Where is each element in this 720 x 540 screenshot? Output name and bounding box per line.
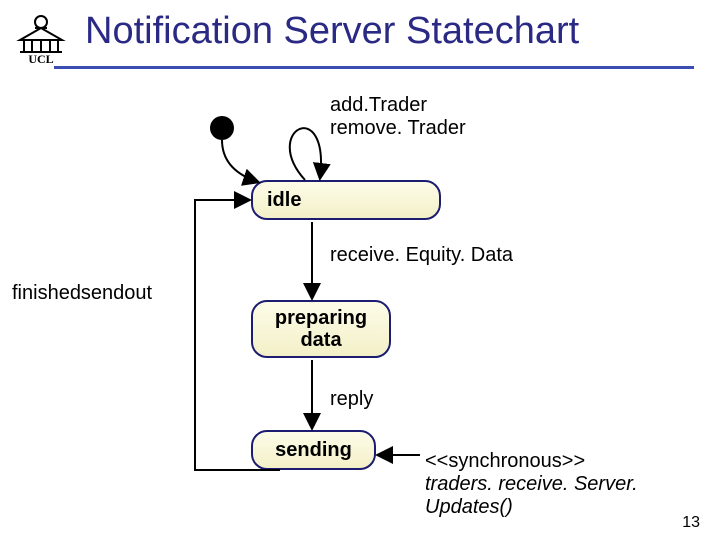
- arrow-initial-to-idle: [222, 140, 258, 182]
- initial-state-dot: [210, 116, 234, 140]
- arrow-idle-selfloop: [290, 128, 321, 180]
- statechart-arrows: [0, 0, 720, 540]
- arrow-sending-to-idle: [195, 200, 280, 470]
